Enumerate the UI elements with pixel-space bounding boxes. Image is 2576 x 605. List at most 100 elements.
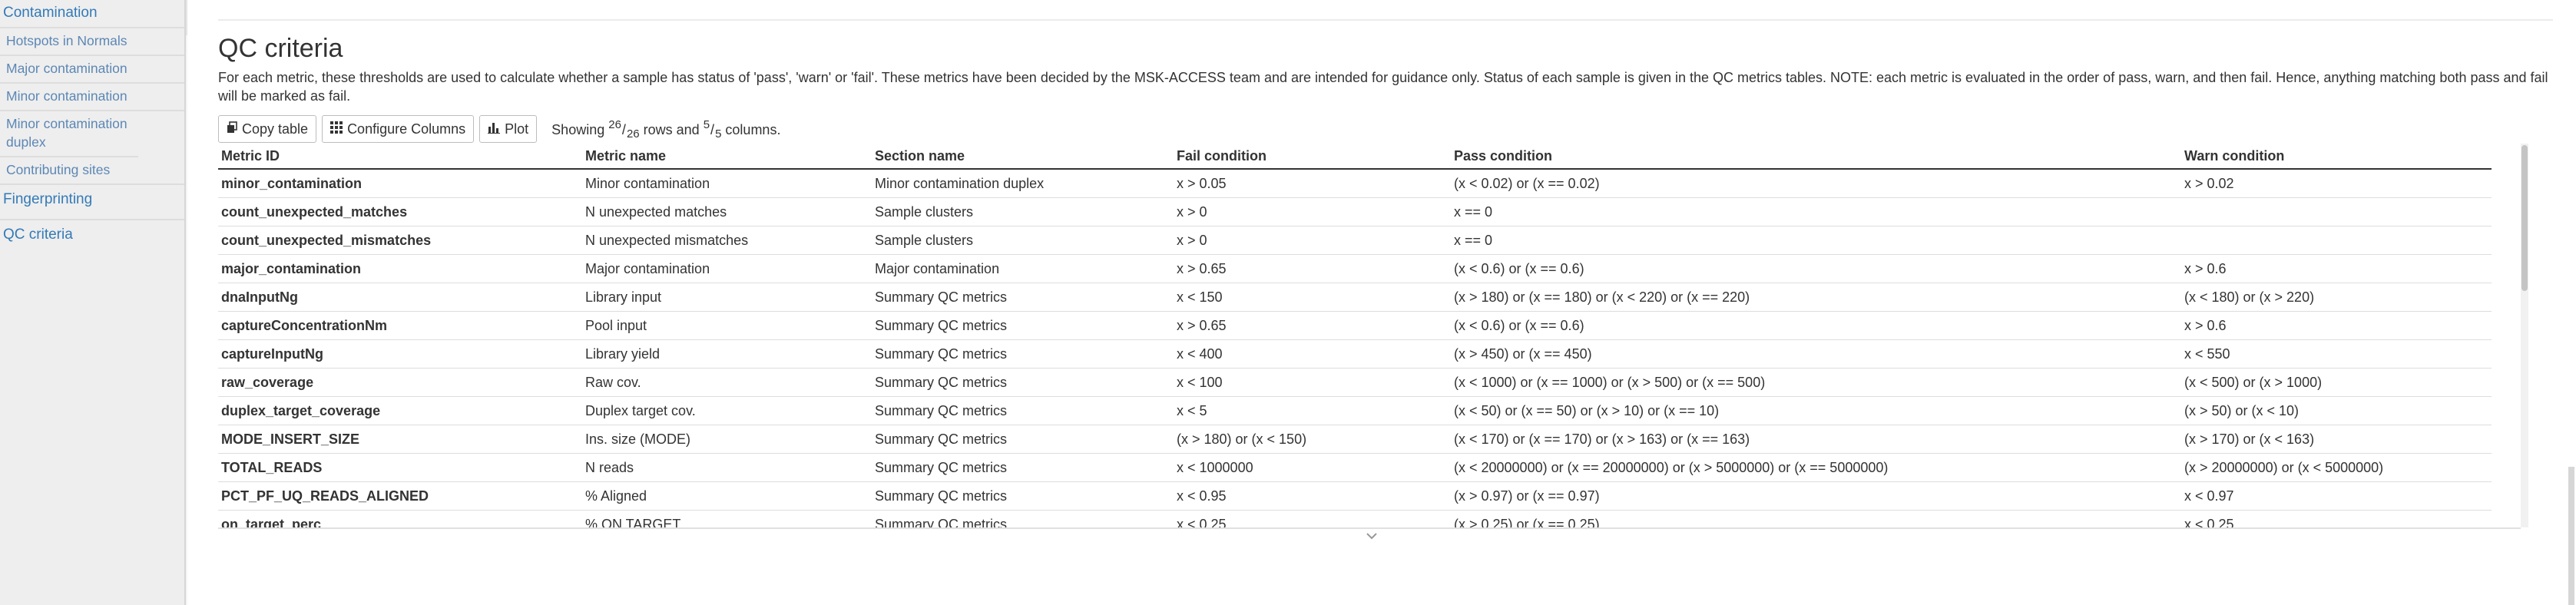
qc-criteria-table: Metric ID Metric name Section name Fail con…	[218, 144, 2492, 527]
sidebar-item-contamination[interactable]: Contamination	[0, 0, 184, 28]
table-cell: (x > 20000000) or (x < 5000000)	[2181, 453, 2492, 482]
column-header-section-name[interactable]: Section name	[872, 144, 1174, 170]
table-cell: Pool input	[582, 311, 872, 340]
main-panel: QC criteria For each metric, these thres…	[187, 0, 2576, 605]
table-cell: x > 0.6	[2181, 311, 2492, 340]
table-cell: raw_coverage	[218, 368, 582, 397]
copy-icon	[227, 121, 237, 137]
qc-criteria-table-container[interactable]: Metric ID Metric name Section name Fail con…	[218, 144, 2521, 529]
table-cell: (x < 0.02) or (x == 0.02)	[1451, 169, 2181, 198]
column-header-metric-name[interactable]: Metric name	[582, 144, 872, 170]
table-cell: x < 0.95	[1174, 481, 1451, 511]
table-cell	[2181, 226, 2492, 255]
table-cell: captureConcentrationNm	[218, 311, 582, 340]
sidebar-item-major-contamination[interactable]: Major contamination	[0, 56, 184, 84]
table-cell: (x < 0.6) or (x == 0.6)	[1451, 311, 2181, 340]
sidebar-item-fingerprinting[interactable]: Fingerprinting	[0, 185, 184, 220]
cols-total: 5	[715, 127, 722, 141]
table-cell: x < 400	[1174, 339, 1451, 369]
table-cell: (x < 0.6) or (x == 0.6)	[1451, 254, 2181, 283]
table-cell: (x < 500) or (x > 1000)	[2181, 368, 2492, 397]
table-cell: Summary QC metrics	[872, 425, 1174, 454]
table-cell: duplex_target_coverage	[218, 396, 582, 425]
sidebar-item-minor-contamination[interactable]: Minor contamination	[0, 84, 184, 111]
sidebar-item-hotspots-in-normals[interactable]: Hotspots in Normals	[0, 28, 184, 56]
table-cell: (x > 180) or (x < 150)	[1174, 425, 1451, 454]
table-cell: x < 100	[1174, 368, 1451, 397]
divider	[218, 19, 2553, 21]
copy-table-button[interactable]: Copy table	[218, 115, 317, 143]
table-row: minor_contamination Minor contamination Mi…	[218, 169, 2492, 198]
sidebar-item-qc-criteria[interactable]: QC criteria	[0, 220, 184, 254]
plot-label: Plot	[505, 121, 529, 137]
table-cell: x < 550	[2181, 339, 2492, 369]
bar-chart-icon	[488, 121, 501, 137]
table-cell: (x > 180) or (x == 180) or (x < 220) or …	[1451, 283, 2181, 312]
table-header-row: Metric ID Metric name Section name Fail con…	[218, 144, 2492, 170]
table-cell: x < 150	[1174, 283, 1451, 312]
table-cell	[2181, 197, 2492, 226]
table-row: duplex_target_coverage Duplex target cov.…	[218, 396, 2492, 425]
table-cell: (x > 50) or (x < 10)	[2181, 396, 2492, 425]
section-title: QC criteria	[218, 34, 343, 63]
table-row: captureInputNg Library yield Summary QC me…	[218, 339, 2492, 369]
table-cell: (x < 50) or (x == 50) or (x > 10) or (x …	[1451, 396, 2181, 425]
cols-shown: 5	[703, 117, 710, 131]
table-cell: x > 0.6	[2181, 254, 2492, 283]
table-cell: % ON TARGET	[582, 510, 872, 527]
table-cell: (x > 0.97) or (x == 0.97)	[1451, 481, 2181, 511]
grid-icon	[330, 121, 343, 137]
table-cell: x > 0	[1174, 226, 1451, 255]
table-cell: % Aligned	[582, 481, 872, 511]
table-cell: count_unexpected_matches	[218, 197, 582, 226]
table-cell: captureInputNg	[218, 339, 582, 369]
table-cell: Raw cov.	[582, 368, 872, 397]
table-cell: Summary QC metrics	[872, 396, 1174, 425]
table-cell: (x < 170) or (x == 170) or (x > 163) or …	[1451, 425, 2181, 454]
table-cell: (x > 0.25) or (x == 0.25)	[1451, 510, 2181, 527]
table-cell: x < 1000000	[1174, 453, 1451, 482]
table-cell: Summary QC metrics	[872, 368, 1174, 397]
page-scrollbar[interactable]	[2568, 467, 2574, 605]
table-cell: x > 0.65	[1174, 311, 1451, 340]
table-cell: TOTAL_READS	[218, 453, 582, 482]
table-cell: N unexpected mismatches	[582, 226, 872, 255]
table-cell: N reads	[582, 453, 872, 482]
column-header-warn-condition[interactable]: Warn condition	[2181, 144, 2492, 170]
table-cell: x < 5	[1174, 396, 1451, 425]
table-cell: x < 0.25	[2181, 510, 2492, 527]
table-cell: Major contamination	[872, 254, 1174, 283]
table-row: count_unexpected_matches N unexpected mat…	[218, 197, 2492, 226]
table-cell: Sample clusters	[872, 197, 1174, 226]
chevron-down-icon[interactable]	[1366, 530, 1377, 541]
table-cell: Minor contamination	[582, 169, 872, 198]
table-cell: (x < 180) or (x > 220)	[2181, 283, 2492, 312]
table-toolbar: Copy table Configure Columns Plot Showin…	[218, 114, 780, 144]
table-cell: (x < 20000000) or (x == 20000000) or (x …	[1451, 453, 2181, 482]
table-row: count_unexpected_mismatches N unexpected …	[218, 226, 2492, 255]
table-row: PCT_PF_UQ_READS_ALIGNED% Aligned Summary …	[218, 481, 2492, 511]
table-row: major_contamination Major contamination Ma…	[218, 254, 2492, 283]
table-cell: Sample clusters	[872, 226, 1174, 255]
table-row: dnaInputNg Library input Summary QC metric…	[218, 283, 2492, 312]
table-row: captureConcentrationNm Pool input Summary …	[218, 311, 2492, 340]
table-cell: Library input	[582, 283, 872, 312]
table-scrollbar[interactable]	[2521, 144, 2528, 527]
column-header-pass-condition[interactable]: Pass condition	[1451, 144, 2181, 170]
table-cell: Duplex target cov.	[582, 396, 872, 425]
table-cell: (x < 1000) or (x == 1000) or (x > 500) o…	[1451, 368, 2181, 397]
sidebar-item-minor-contamination-duplex[interactable]: Minor contamination duplex	[0, 111, 138, 157]
table-cell: Minor contamination duplex	[872, 169, 1174, 198]
table-cell: x > 0	[1174, 197, 1451, 226]
column-header-metric-id[interactable]: Metric ID	[218, 144, 582, 170]
table-cell: Summary QC metrics	[872, 481, 1174, 511]
scrollbar-thumb[interactable]	[2521, 145, 2528, 291]
plot-button[interactable]: Plot	[479, 115, 538, 143]
column-header-fail-condition[interactable]: Fail condition	[1174, 144, 1451, 170]
table-cell: (x > 170) or (x < 163)	[2181, 425, 2492, 454]
table-cell: Library yield	[582, 339, 872, 369]
table-cell: dnaInputNg	[218, 283, 582, 312]
configure-columns-button[interactable]: Configure Columns	[322, 115, 475, 143]
sidebar-item-contributing-sites[interactable]: Contributing sites	[0, 157, 184, 185]
table-cell: major_contamination	[218, 254, 582, 283]
